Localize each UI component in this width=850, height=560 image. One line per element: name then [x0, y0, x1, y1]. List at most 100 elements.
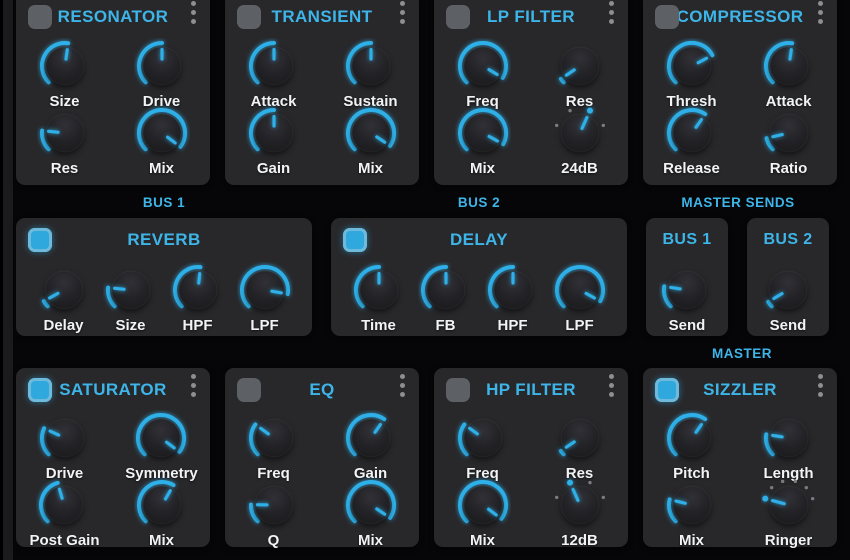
knob-cell: Gain [343, 410, 399, 482]
knob-area: Pitch Length Mix Ringer [643, 410, 837, 549]
enable-toggle-unchecked[interactable] [237, 5, 261, 29]
knob-cell: Size [103, 262, 159, 334]
knob-cell: 12dB [552, 477, 608, 549]
enable-toggle-checked[interactable] [28, 378, 52, 402]
enable-toggle-unchecked[interactable] [237, 378, 261, 402]
knob-cell: Res [552, 410, 608, 482]
module-header: BUS 1 [646, 227, 728, 253]
attack-knob[interactable] [246, 38, 302, 94]
attack-knob[interactable] [761, 38, 817, 94]
knob-cell: Res [37, 105, 93, 177]
kebab-menu-icon[interactable] [191, 374, 196, 397]
module-resonator: RESONATOR Size Drive Res Mix [16, 0, 210, 185]
knob-area: Send [646, 262, 728, 334]
post-gain-knob[interactable] [36, 477, 92, 533]
mix-knob[interactable] [455, 105, 511, 161]
mix-knob[interactable] [343, 105, 399, 161]
release-knob[interactable] [664, 105, 720, 161]
knob-area: Size Drive Res Mix [16, 38, 210, 177]
symmetry-knob[interactable] [133, 410, 189, 466]
enable-toggle-checked[interactable] [343, 228, 367, 252]
thresh-knob[interactable] [664, 38, 720, 94]
kebab-menu-icon[interactable] [609, 374, 614, 397]
send-knob[interactable] [659, 262, 715, 318]
lpf-knob[interactable] [552, 262, 608, 318]
res-knob[interactable] [552, 410, 608, 466]
mix-knob[interactable] [664, 477, 720, 533]
size-knob[interactable] [37, 38, 93, 94]
kebab-menu-icon[interactable] [400, 1, 405, 24]
kebab-menu-icon[interactable] [191, 1, 196, 24]
12db-knob[interactable] [552, 477, 608, 533]
mix-knob[interactable] [455, 477, 511, 533]
knob-label: Ratio [769, 160, 808, 177]
enable-toggle-unchecked[interactable] [446, 5, 470, 29]
mix-knob[interactable] [343, 477, 399, 533]
lpf-knob[interactable] [237, 262, 293, 318]
knob-cell: Freq [455, 410, 511, 482]
mix-knob[interactable] [134, 105, 190, 161]
enable-toggle-unchecked[interactable] [655, 5, 679, 29]
knob-cell: Ratio [761, 105, 817, 177]
module-title: SIZZLER [703, 380, 777, 399]
delay-knob[interactable] [36, 262, 92, 318]
mix-knob[interactable] [134, 477, 190, 533]
knob-cell: Mix [455, 105, 511, 177]
knob-label: HPF [182, 317, 213, 334]
freq-knob[interactable] [246, 410, 302, 466]
enable-toggle-checked[interactable] [655, 378, 679, 402]
size-knob[interactable] [103, 262, 159, 318]
hpf-knob[interactable] [170, 262, 226, 318]
knob-label: Post Gain [29, 532, 100, 549]
freq-knob[interactable] [455, 38, 511, 94]
send-knob[interactable] [760, 262, 816, 318]
knob-label: Ringer [764, 532, 813, 549]
knob-label: Mix [148, 160, 174, 177]
sustain-knob[interactable] [343, 38, 399, 94]
enable-toggle-unchecked[interactable] [28, 5, 52, 29]
knob-area: Freq Res Mix 24dB [434, 38, 628, 177]
drive-knob[interactable] [134, 38, 190, 94]
q-knob[interactable] [246, 477, 302, 533]
knob-cell: Delay [36, 262, 92, 334]
gain-knob[interactable] [343, 410, 399, 466]
knob-cell: FB [418, 262, 474, 334]
module-saturator: SATURATOR Drive Symmetry Post Gain Mix [16, 368, 210, 549]
module-compressor: COMPRESSOR Thresh Attack Release Ratio [643, 0, 837, 185]
drive-knob[interactable] [37, 410, 93, 466]
knob-label: Mix [678, 532, 704, 549]
module-eq: EQ Freq Gain Q Mix [225, 368, 419, 549]
knob-label: Gain [256, 160, 291, 177]
time-knob[interactable] [351, 262, 407, 318]
knob-label: LPF [250, 317, 279, 334]
fb-knob[interactable] [418, 262, 474, 318]
res-knob[interactable] [552, 38, 608, 94]
enable-toggle-checked[interactable] [28, 228, 52, 252]
kebab-menu-icon[interactable] [818, 374, 823, 397]
knob-cell: Length [761, 410, 817, 482]
pitch-knob[interactable] [664, 410, 720, 466]
hpf-knob[interactable] [485, 262, 541, 318]
knob-label: HPF [497, 317, 528, 334]
freq-knob[interactable] [455, 410, 511, 466]
module-header: SIZZLER [643, 374, 837, 403]
knob-cell: Mix [343, 105, 399, 177]
kebab-menu-icon[interactable] [400, 374, 405, 397]
kebab-menu-icon[interactable] [818, 1, 823, 24]
kebab-menu-icon[interactable] [609, 1, 614, 24]
knob-cell: Mix [134, 105, 190, 177]
24db-knob[interactable] [552, 105, 608, 161]
gain-knob[interactable] [246, 105, 302, 161]
knob-label: Size [115, 317, 146, 334]
knob-area: Freq Res Mix 12dB [434, 410, 628, 549]
enable-toggle-unchecked[interactable] [446, 378, 470, 402]
length-knob[interactable] [761, 410, 817, 466]
module-delay: DELAY Time FB HPF LPF [331, 218, 627, 336]
module-title: COMPRESSOR [676, 7, 804, 26]
res-knob[interactable] [37, 105, 93, 161]
ratio-knob[interactable] [761, 105, 817, 161]
module-reverb: REVERB Delay Size HPF LPF [16, 218, 312, 336]
module-header: DELAY [331, 227, 627, 253]
ringer-knob[interactable] [761, 477, 817, 533]
module-header: REVERB [16, 227, 312, 253]
